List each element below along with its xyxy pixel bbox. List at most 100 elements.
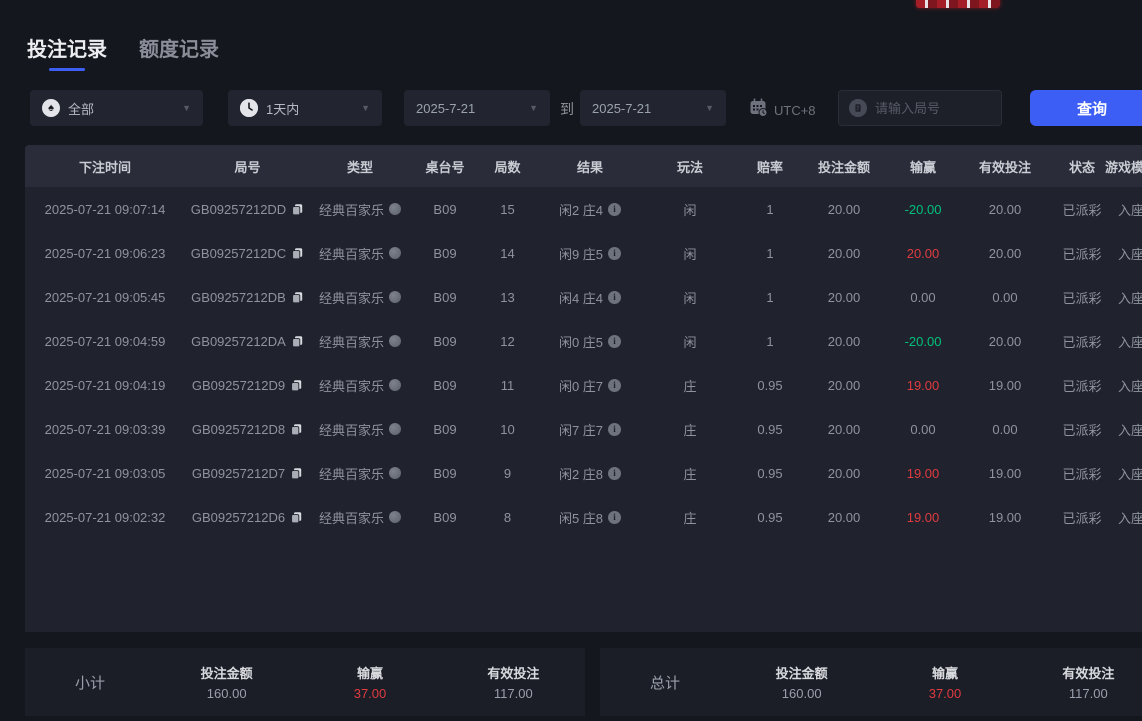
cell-status: 已派彩 <box>1047 288 1117 307</box>
clock-icon <box>240 99 258 117</box>
cell-valid: 19.00 <box>963 466 1047 481</box>
mode-text: 入座 <box>1118 200 1142 219</box>
col-header-bet-amount: 投注金额 <box>805 157 883 176</box>
subtotal-bet-value: 160.00 <box>155 686 298 701</box>
cell-mode: 入座 <box>1117 288 1142 307</box>
table_no-text: B09 <box>433 422 456 437</box>
cell-round_id: GB09257212DA <box>185 334 310 349</box>
result-info-icon[interactable]: i <box>608 511 621 524</box>
cell-round_no: 12 <box>480 334 535 349</box>
cell-status: 已派彩 <box>1047 464 1117 483</box>
cell-round_id: GB09257212D9 <box>185 378 310 393</box>
cell-result: 闲4 庄4i <box>535 288 645 307</box>
cell-round_id: GB09257212D6 <box>185 510 310 525</box>
result-info-icon[interactable]: i <box>608 203 621 216</box>
col-header-play: 玩法 <box>645 157 735 176</box>
cell-mode: 入座 <box>1117 244 1142 263</box>
cell-round_no: 11 <box>480 378 535 393</box>
round-number-search[interactable] <box>838 90 1002 126</box>
copy-icon[interactable] <box>291 247 304 260</box>
tab-bar: 投注记录 额度记录 <box>27 33 219 71</box>
time-text: 2025-07-21 09:04:59 <box>45 334 166 349</box>
date-from-value: 2025-7-21 <box>416 101 521 116</box>
result-info-icon[interactable]: i <box>608 423 621 436</box>
table-row: 2025-07-21 09:04:59 GB09257212DA经典百家乐 B09 1… <box>25 319 1142 363</box>
copy-icon[interactable] <box>290 511 303 524</box>
cell-table_no: B09 <box>410 422 480 437</box>
odds-text: 1 <box>766 334 773 349</box>
type-dot-icon <box>389 467 401 479</box>
result-text: 闲2 庄4 <box>559 200 603 219</box>
tab-quota-records[interactable]: 额度记录 <box>139 33 219 71</box>
copy-icon[interactable] <box>291 291 304 304</box>
result-info-icon[interactable]: i <box>608 291 621 304</box>
copy-icon[interactable] <box>291 203 304 216</box>
cell-mode: 入座 <box>1117 508 1142 527</box>
col-header-valid-bet: 有效投注 <box>963 157 1047 176</box>
cell-type: 经典百家乐 <box>310 332 410 351</box>
col-header-round-no: 局数 <box>480 157 535 176</box>
type-dot-icon <box>389 379 401 391</box>
date-from-dropdown[interactable]: 2025-7-21 ▼ <box>404 90 550 126</box>
mode-text: 入座 <box>1118 508 1142 527</box>
cell-valid: 0.00 <box>963 422 1047 437</box>
copy-icon[interactable] <box>291 335 304 348</box>
subtotal-win-loss: 输赢 37.00 <box>298 663 441 701</box>
bet-text: 20.00 <box>828 422 861 437</box>
cell-mode: 入座 <box>1117 376 1142 395</box>
cell-table_no: B09 <box>410 466 480 481</box>
cell-time: 2025-07-21 09:07:14 <box>25 202 185 217</box>
filter-bar: ♠ 全部 ▼ 1天内 ▼ 2025-7-21 ▼ 到 2025-7-21 ▼ <box>0 90 1142 126</box>
subtotal-win-value: 37.00 <box>298 686 441 701</box>
cell-odds: 0.95 <box>735 378 805 393</box>
total-valid-value: 117.00 <box>1017 686 1142 701</box>
table_no-text: B09 <box>433 334 456 349</box>
copy-icon[interactable] <box>290 379 303 392</box>
win_loss-text: 20.00 <box>907 246 940 261</box>
cell-status: 已派彩 <box>1047 376 1117 395</box>
cell-round_id: GB09257212DC <box>185 246 310 261</box>
game-type-dropdown[interactable]: ♠ 全部 ▼ <box>30 90 203 126</box>
result-info-icon[interactable]: i <box>608 467 621 480</box>
win_loss-text: 19.00 <box>907 378 940 393</box>
col-header-result: 结果 <box>535 157 645 176</box>
valid-text: 19.00 <box>989 466 1022 481</box>
cell-round_id: GB09257212DD <box>185 202 310 217</box>
time-range-dropdown[interactable]: 1天内 ▼ <box>228 90 382 126</box>
copy-icon[interactable] <box>290 467 303 480</box>
result-info-icon[interactable]: i <box>608 379 621 392</box>
cell-table_no: B09 <box>410 202 480 217</box>
result-info-icon[interactable]: i <box>608 247 621 260</box>
round-number-input[interactable] <box>875 101 991 116</box>
round_no-text: 11 <box>501 378 515 393</box>
cell-odds: 1 <box>735 246 805 261</box>
round_no-text: 15 <box>500 202 514 217</box>
type-text: 经典百家乐 <box>319 464 384 483</box>
round_id-text: GB09257212D6 <box>192 510 285 525</box>
timezone-value: UTC+8 <box>774 103 816 118</box>
result-info-icon[interactable]: i <box>608 335 621 348</box>
play-text: 庄 <box>683 420 696 439</box>
time-text: 2025-07-21 09:03:39 <box>45 422 166 437</box>
date-to-dropdown[interactable]: 2025-7-21 ▼ <box>580 90 726 126</box>
timezone-indicator: UTC+8 <box>748 97 816 123</box>
bet-text: 20.00 <box>828 378 861 393</box>
status-text: 已派彩 <box>1062 464 1101 483</box>
mode-text: 入座 <box>1118 464 1142 483</box>
subtotal-bet-amount: 投注金额 160.00 <box>155 663 298 701</box>
copy-icon[interactable] <box>290 423 303 436</box>
cell-play: 庄 <box>645 420 735 439</box>
odds-text: 0.95 <box>757 422 782 437</box>
cell-bet: 20.00 <box>805 246 883 261</box>
win_loss-text: -20.00 <box>905 202 942 217</box>
cell-result: 闲5 庄8i <box>535 508 645 527</box>
cell-type: 经典百家乐 <box>310 376 410 395</box>
search-button[interactable]: 查询 <box>1030 90 1142 126</box>
cell-time: 2025-07-21 09:03:05 <box>25 466 185 481</box>
col-header-round-id: 局号 <box>185 157 310 176</box>
cell-type: 经典百家乐 <box>310 464 410 483</box>
tab-bet-records[interactable]: 投注记录 <box>27 33 107 71</box>
type-text: 经典百家乐 <box>319 244 384 263</box>
game-type-value: 全部 <box>68 99 174 118</box>
cell-status: 已派彩 <box>1047 244 1117 263</box>
